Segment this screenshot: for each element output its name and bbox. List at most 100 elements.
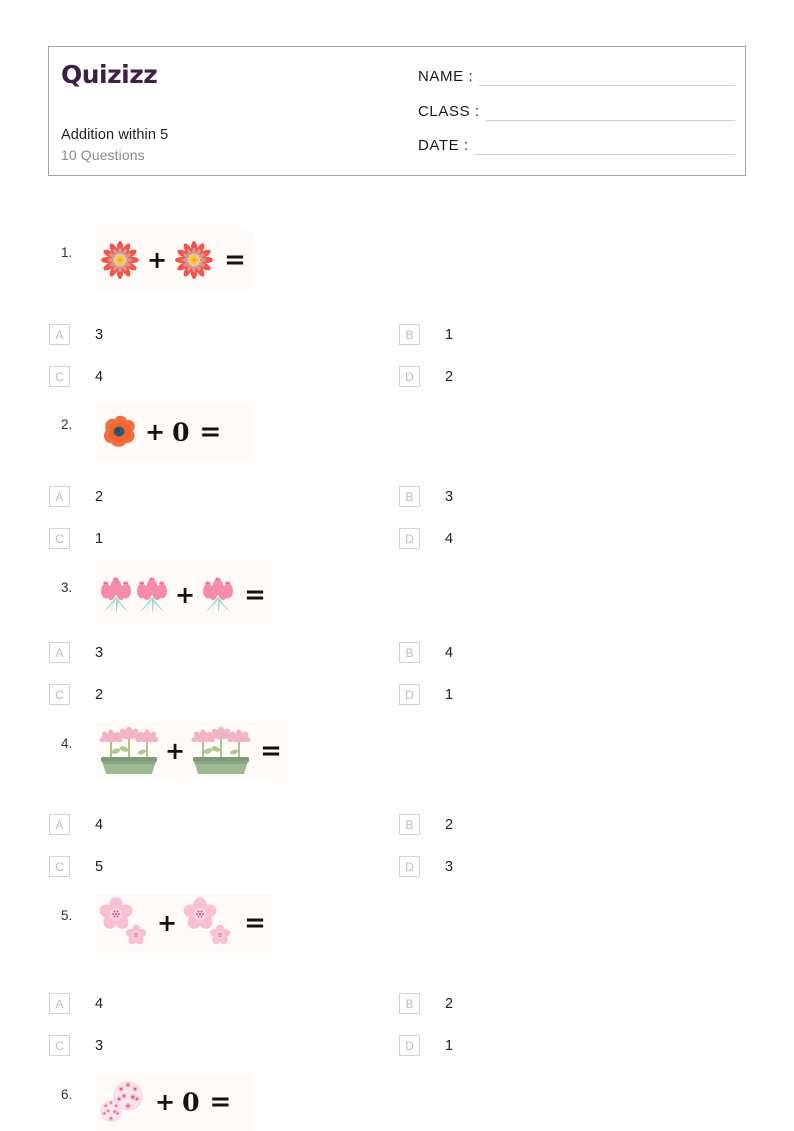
- option-letter-box: B: [399, 993, 420, 1014]
- worksheet-header: Quizizz Addition within 5 10 Questions N…: [48, 46, 746, 176]
- option-letter-box: A: [49, 993, 70, 1014]
- name-field-label: NAME :: [418, 68, 474, 85]
- flower-planter-icon: [191, 727, 251, 774]
- date-field-label: DATE :: [418, 137, 469, 154]
- option-letter-box: C: [49, 528, 70, 549]
- answer-option-a[interactable]: A4: [49, 993, 103, 1014]
- addend-left-group: [98, 1078, 150, 1126]
- question-number: 4.: [61, 736, 73, 751]
- pink-tulip-bouquet-icon: [101, 577, 131, 613]
- option-letter-box: D: [399, 366, 420, 387]
- answer-option-d[interactable]: D2: [399, 366, 453, 387]
- option-letter-box: D: [399, 684, 420, 705]
- blossom-cluster-icon: [100, 1081, 143, 1122]
- addend-right-group: [182, 897, 236, 949]
- option-letter-box: D: [399, 1035, 420, 1056]
- quizizz-logo: Quizizz: [61, 60, 158, 89]
- red-daisy-icon: [175, 241, 214, 279]
- date-input[interactable]: [474, 140, 735, 155]
- option-text: 4: [445, 530, 454, 547]
- question-equation: + =: [96, 231, 254, 289]
- answer-option-b[interactable]: B3: [399, 486, 453, 507]
- question-equation: + =: [96, 894, 272, 952]
- quizizz-logo-text: Quizizz: [61, 60, 158, 89]
- option-text: 2: [95, 686, 104, 703]
- plus-operator: +: [175, 581, 196, 609]
- answer-option-b[interactable]: B2: [399, 814, 453, 835]
- answer-option-a[interactable]: A3: [49, 642, 103, 663]
- question-count-label: 10 Questions: [61, 147, 145, 163]
- answer-option-a[interactable]: A4: [49, 814, 103, 835]
- red-daisy-icon: [101, 241, 139, 279]
- answer-option-b[interactable]: B2: [399, 993, 453, 1014]
- question-equation: + =: [96, 722, 288, 780]
- answer-option-d[interactable]: D4: [399, 528, 453, 549]
- name-field-row: NAME :: [418, 68, 735, 86]
- addend-left-group: [98, 412, 140, 452]
- option-text: 1: [445, 686, 454, 703]
- option-text: 4: [95, 995, 104, 1012]
- answer-option-d[interactable]: D3: [399, 856, 453, 877]
- plus-operator: +: [165, 737, 186, 765]
- answer-option-b[interactable]: B4: [399, 642, 453, 663]
- option-letter-box: C: [49, 366, 70, 387]
- addend-right-zero: 0: [172, 417, 190, 447]
- option-text: 2: [445, 995, 454, 1012]
- option-text: 4: [95, 368, 104, 385]
- addend-left-group: [98, 575, 170, 615]
- answer-option-a[interactable]: A2: [49, 486, 103, 507]
- pink-tulip-bouquet-icon: [203, 577, 234, 613]
- addend-left-group: [98, 727, 160, 775]
- plus-operator: +: [145, 418, 166, 446]
- answer-option-a[interactable]: A3: [49, 324, 103, 345]
- option-text: 4: [445, 644, 454, 661]
- option-letter-box: D: [399, 528, 420, 549]
- equals-operator: =: [199, 417, 222, 447]
- option-letter-box: C: [49, 856, 70, 877]
- class-field-row: CLASS :: [418, 103, 735, 121]
- option-text: 1: [95, 530, 104, 547]
- answer-option-c[interactable]: C1: [49, 528, 103, 549]
- option-text: 4: [95, 816, 104, 833]
- option-letter-box: A: [49, 486, 70, 507]
- question-number: 1.: [61, 245, 73, 260]
- option-letter-box: A: [49, 324, 70, 345]
- answer-option-c[interactable]: C4: [49, 366, 103, 387]
- question-number: 5.: [61, 908, 73, 923]
- plus-operator: +: [147, 246, 168, 274]
- question-equation: +0 =: [96, 1073, 254, 1131]
- option-letter-box: B: [399, 814, 420, 835]
- page-title: Addition within 5: [61, 127, 169, 143]
- answer-option-d[interactable]: D1: [399, 1035, 453, 1056]
- addend-right-group: [200, 575, 236, 615]
- question-number: 3.: [61, 580, 73, 595]
- answer-option-c[interactable]: C5: [49, 856, 103, 877]
- option-text: 3: [445, 858, 454, 875]
- addend-right-zero: 0: [182, 1087, 200, 1117]
- flower-planter-icon: [99, 727, 159, 774]
- class-field-label: CLASS :: [418, 103, 480, 120]
- answer-option-b[interactable]: B1: [399, 324, 453, 345]
- answer-option-c[interactable]: C2: [49, 684, 103, 705]
- option-text: 3: [445, 488, 454, 505]
- option-letter-box: C: [49, 1035, 70, 1056]
- option-letter-box: A: [49, 814, 70, 835]
- question-number: 6.: [61, 1087, 73, 1102]
- equals-operator: =: [224, 245, 246, 275]
- question-number: 2.: [61, 417, 73, 432]
- class-input[interactable]: [485, 106, 735, 121]
- addend-right-group: [190, 727, 252, 775]
- option-text: 5: [95, 858, 104, 875]
- plus-operator: +: [157, 909, 178, 937]
- answer-option-d[interactable]: D1: [399, 684, 453, 705]
- orange-poppy-icon: [103, 415, 135, 447]
- cherry-blossom-pair-icon: [183, 897, 231, 945]
- answer-option-c[interactable]: C3: [49, 1035, 103, 1056]
- option-text: 1: [445, 1037, 454, 1054]
- option-text: 2: [445, 816, 454, 833]
- plus-operator: +: [155, 1088, 176, 1116]
- option-letter-box: B: [399, 324, 420, 345]
- option-letter-box: B: [399, 642, 420, 663]
- name-input[interactable]: [479, 71, 735, 86]
- option-text: 3: [95, 1037, 104, 1054]
